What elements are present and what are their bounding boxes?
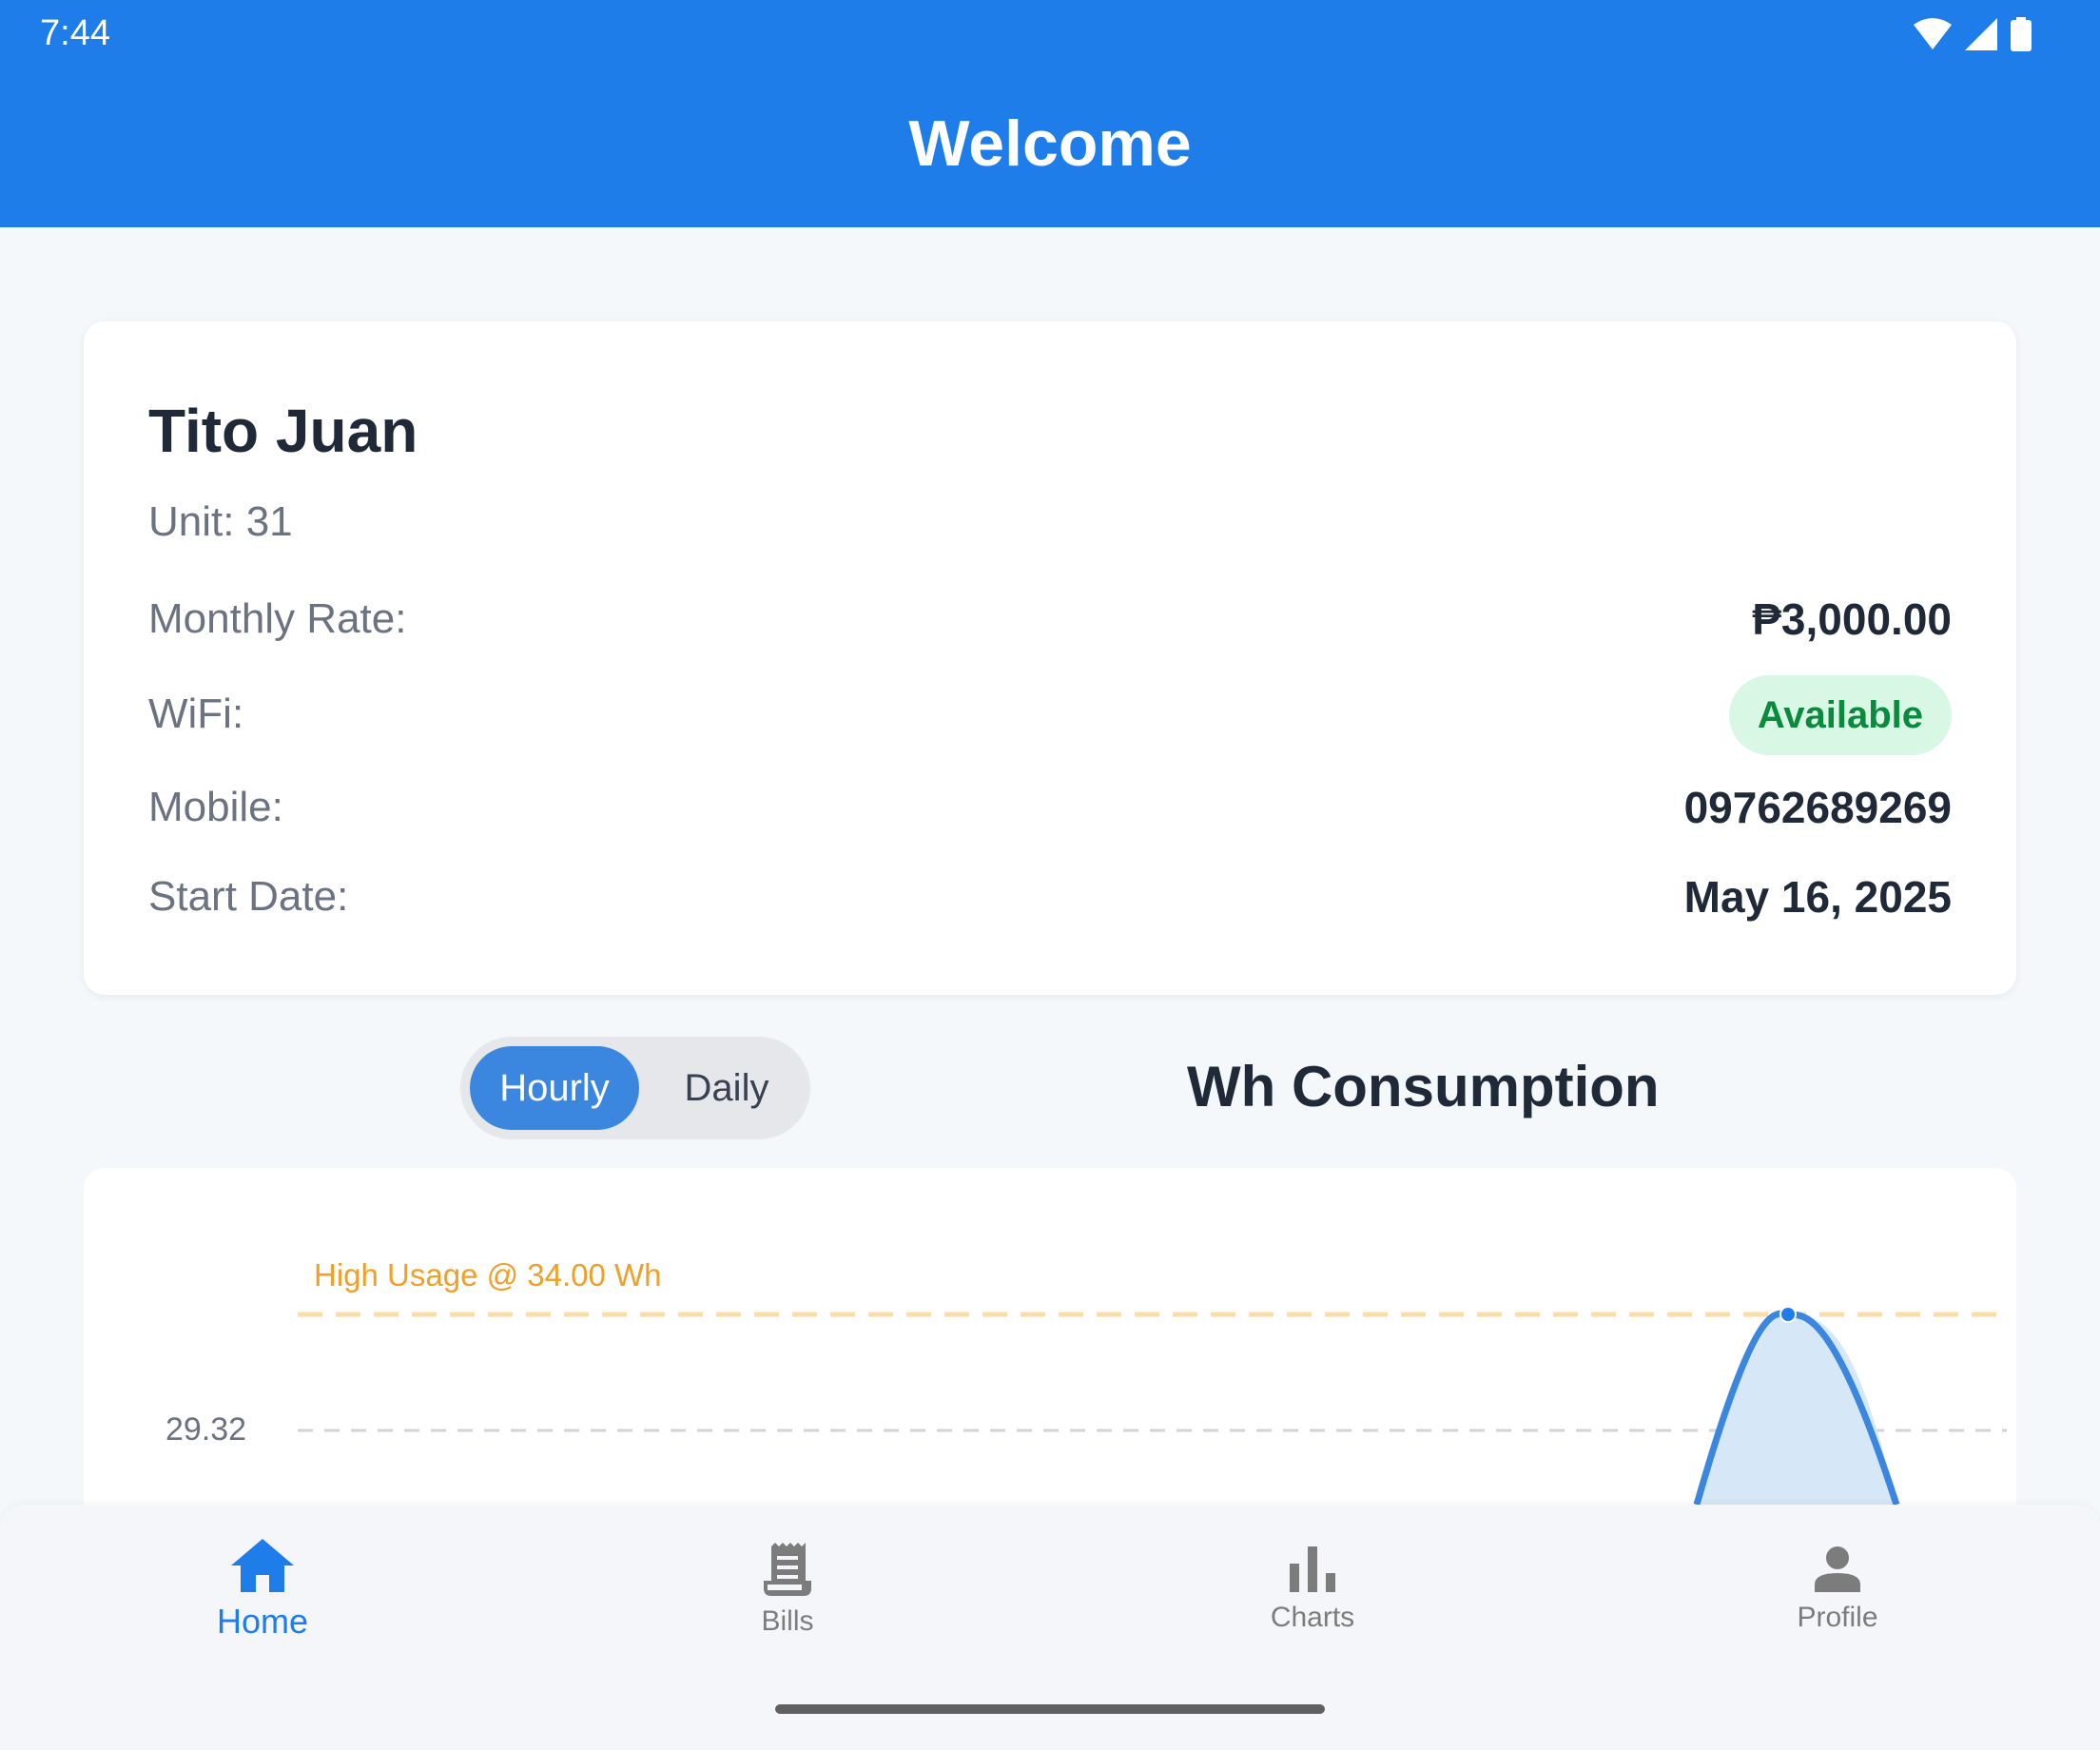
battery-icon	[2011, 17, 2032, 51]
start-date-label: Start Date:	[148, 873, 349, 920]
nav-label-home: Home	[216, 1602, 309, 1641]
toggle-hourly[interactable]: Hourly	[470, 1046, 639, 1130]
page-title: Welcome	[908, 107, 1192, 180]
mobile-label: Mobile:	[148, 784, 283, 830]
unit-label: Unit: 31	[148, 498, 293, 545]
monthly-rate-label: Monthly Rate:	[148, 595, 407, 642]
wifi-icon	[1914, 18, 1952, 49]
nav-home[interactable]: Home	[0, 1505, 525, 1676]
mobile-value: 09762689269	[1683, 783, 1952, 832]
status-time: 7:44	[40, 13, 110, 53]
nav-label-bills: Bills	[761, 1605, 814, 1637]
bar-chart-icon	[1290, 1546, 1335, 1592]
monthly-rate-value: ₱3,000.00	[1752, 594, 1952, 644]
nav-bills[interactable]: Bills	[525, 1505, 1050, 1676]
nav-charts[interactable]: Charts	[1050, 1505, 1575, 1676]
status-icons	[1914, 17, 2032, 51]
home-indicator[interactable]	[775, 1704, 1325, 1714]
nav-label-profile: Profile	[1797, 1602, 1878, 1633]
period-toggle: Hourly Daily	[460, 1037, 810, 1139]
signal-icon	[1965, 18, 1997, 50]
tenant-info-card: Tito Juan Unit: 31 Monthly Rate: ₱3,000.…	[84, 321, 2016, 995]
nav-label-charts: Charts	[1270, 1602, 1355, 1633]
tenant-name: Tito Juan	[148, 397, 418, 465]
peak-point[interactable]	[1779, 1306, 1797, 1323]
app-bar: 7:44 Welcome	[0, 0, 2100, 227]
consumption-chart	[298, 1306, 2007, 1505]
home-icon	[231, 1539, 294, 1592]
wifi-label: WiFi:	[148, 690, 244, 737]
toggle-daily[interactable]: Daily	[651, 1046, 803, 1130]
chart-title: Wh Consumption	[1187, 1055, 1660, 1118]
high-usage-label: High Usage @ 34.00 Wh	[314, 1257, 662, 1293]
person-icon	[1815, 1546, 1860, 1592]
nav-profile[interactable]: Profile	[1575, 1505, 2100, 1676]
wifi-status-badge: Available	[1728, 675, 1952, 755]
start-date-value: May 16, 2025	[1683, 872, 1952, 922]
receipt-icon	[764, 1543, 811, 1596]
y-tick-label: 29.32	[165, 1411, 247, 1448]
